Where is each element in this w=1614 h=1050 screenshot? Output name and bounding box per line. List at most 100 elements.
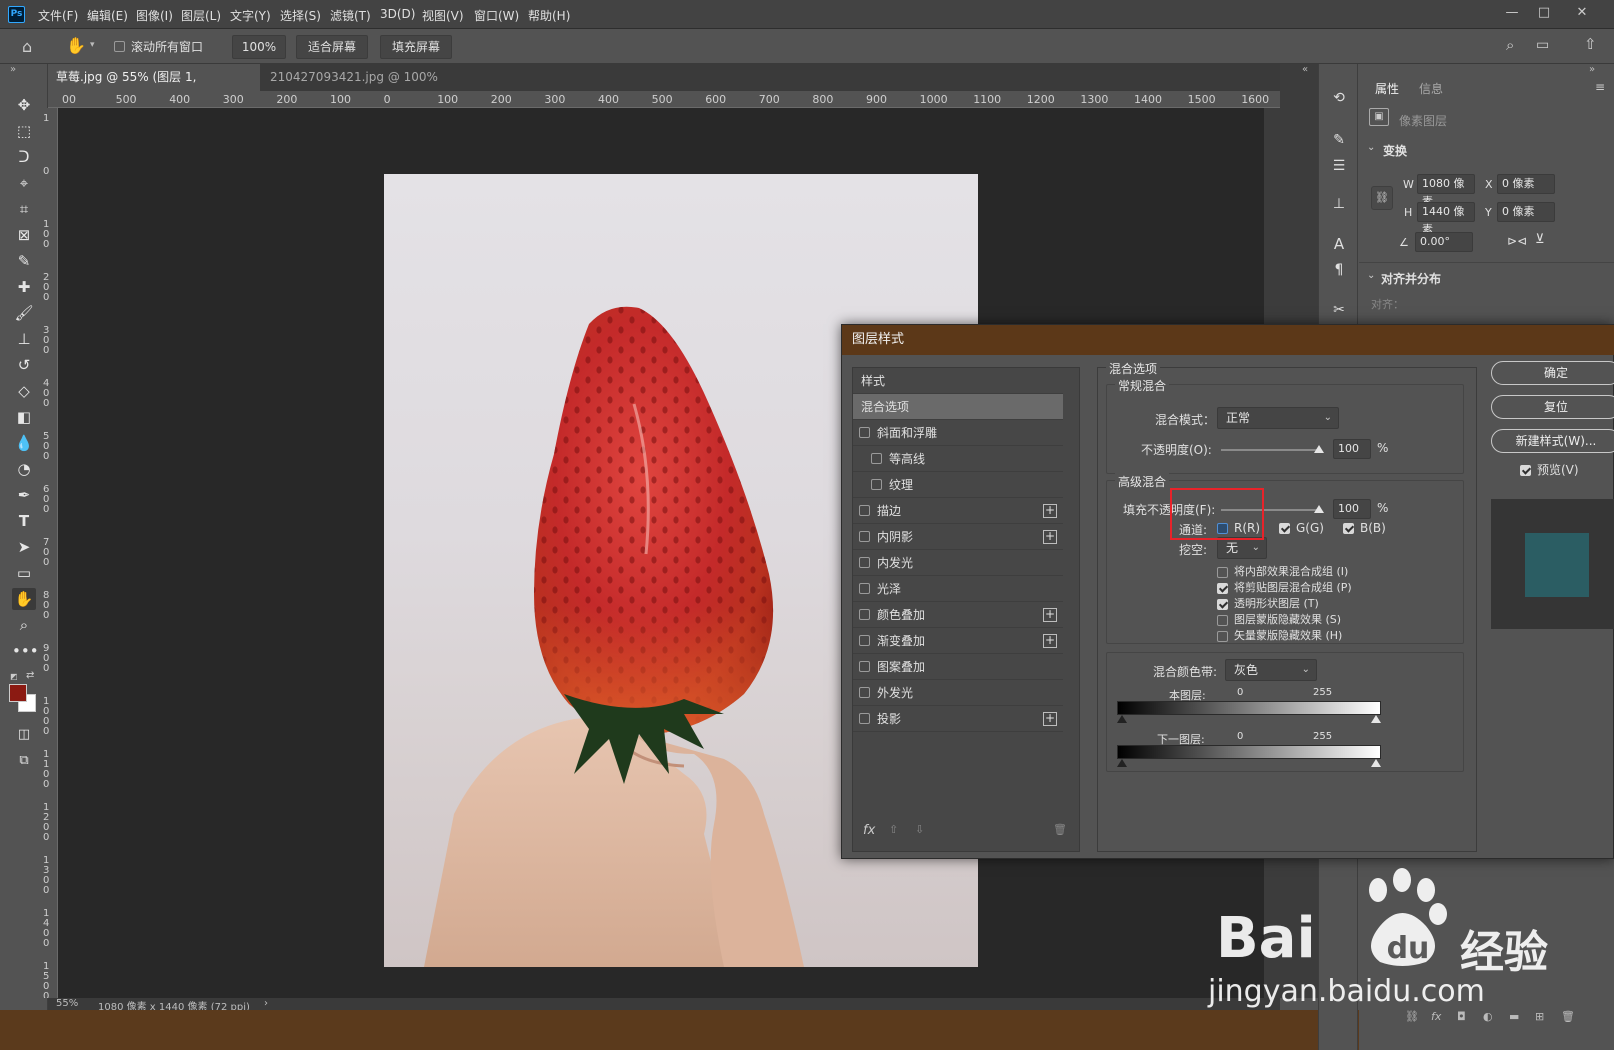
flip-horizontal-icon[interactable]: ⊳⊲ (1507, 234, 1527, 248)
history-icon[interactable]: ⟲ (1329, 88, 1349, 108)
underlying-white-slider[interactable] (1371, 759, 1381, 767)
style-item-checkbox[interactable] (859, 687, 870, 698)
menu-type[interactable]: 文字(Y) (230, 7, 271, 24)
fill-opacity-field[interactable]: 100 (1333, 499, 1371, 519)
height-field[interactable]: 1440 像素 (1417, 202, 1475, 236)
brush-settings-icon[interactable]: ✎ (1329, 130, 1349, 150)
add-effect-icon[interactable]: + (1043, 712, 1057, 726)
close-window-button[interactable]: ✕ (1568, 3, 1596, 23)
advanced-option-checkbox[interactable]: 将剪贴图层混合成组 (P) (1217, 579, 1352, 595)
knockout-select[interactable]: 无 ⌄ (1217, 537, 1267, 559)
quick-select-tool-icon[interactable]: ⌖ (12, 172, 36, 194)
foreground-color-swatch[interactable] (9, 684, 27, 702)
blur-tool-icon[interactable]: 💧 (12, 432, 36, 454)
more-tools-icon[interactable]: ••• (12, 640, 39, 662)
stamp-tool-icon[interactable]: ⊥ (12, 328, 36, 350)
menu-select[interactable]: 选择(S) (280, 7, 321, 24)
menu-layer[interactable]: 图层(L) (181, 7, 221, 24)
paragraph-icon[interactable]: ¶ (1329, 260, 1349, 280)
adjustments-icon[interactable]: ☰ (1329, 156, 1349, 176)
style-item-checkbox[interactable] (859, 505, 870, 516)
move-down-icon[interactable]: ⇩ (915, 823, 924, 836)
search-icon[interactable]: ⌕ (1506, 36, 1514, 54)
style-item-checkbox[interactable] (859, 635, 870, 646)
group-icon[interactable]: ▬ (1509, 1010, 1519, 1023)
quick-mask-icon[interactable]: ◫ (12, 724, 36, 746)
blend-options-item[interactable]: 混合选项 (853, 394, 1063, 420)
add-effect-icon[interactable]: + (1043, 504, 1057, 518)
default-colors-icon[interactable]: ◩ (10, 672, 20, 681)
add-effect-icon[interactable]: + (1043, 608, 1057, 622)
style-item[interactable]: 内发光 (853, 550, 1063, 576)
style-item[interactable]: 等高线 (853, 446, 1063, 472)
style-item-checkbox[interactable] (859, 609, 870, 620)
expand-icon[interactable]: » (1589, 64, 1595, 75)
add-effect-icon[interactable]: + (1043, 530, 1057, 544)
channel-b-checkbox[interactable]: B(B) (1343, 521, 1386, 535)
mask-icon[interactable]: ◘ (1457, 1010, 1466, 1023)
tab-properties[interactable]: 属性 (1375, 80, 1399, 97)
tools-preset-icon[interactable]: ✂ (1329, 300, 1349, 320)
fx-menu-icon[interactable]: fx (863, 823, 875, 838)
style-item-checkbox[interactable] (859, 583, 870, 594)
opacity-slider-thumb[interactable] (1314, 445, 1324, 453)
style-item[interactable]: 外发光 (853, 680, 1063, 706)
maximize-button[interactable]: □ (1530, 3, 1558, 23)
pen-tool-icon[interactable]: ✒ (12, 484, 36, 506)
new-layer-icon[interactable]: ⊞ (1535, 1010, 1544, 1023)
menu-window[interactable]: 窗口(W) (474, 7, 519, 24)
zoom-tool-icon[interactable]: ⌕ (12, 614, 36, 636)
fx-icon[interactable]: fx (1431, 1010, 1441, 1023)
new-style-button[interactable]: 新建样式(W)... (1491, 429, 1614, 453)
dialog-title[interactable]: 图层样式 (842, 325, 1614, 355)
workspace-icon[interactable]: ▭ (1536, 37, 1549, 53)
this-layer-gradient[interactable] (1117, 701, 1381, 715)
marquee-tool-icon[interactable]: ⬚ (12, 120, 36, 142)
style-item[interactable]: 渐变叠加 + (853, 628, 1063, 654)
fill-screen-button[interactable]: 填充屏幕 (380, 35, 452, 59)
opacity-slider[interactable] (1221, 449, 1319, 451)
menu-file[interactable]: 文件(F) (38, 7, 78, 24)
link-layers-icon[interactable]: ⛓ (1405, 1010, 1419, 1023)
width-field[interactable]: 1080 像素 (1417, 174, 1475, 208)
ok-button[interactable]: 确定 (1491, 361, 1614, 385)
advanced-option-checkbox[interactable]: 矢量蒙版隐藏效果 (H) (1217, 627, 1342, 643)
advanced-option-checkbox[interactable]: 图层蒙版隐藏效果 (S) (1217, 611, 1341, 627)
reset-button[interactable]: 复位 (1491, 395, 1614, 419)
panel-menu-icon[interactable]: ≡ (1595, 80, 1605, 94)
style-item-checkbox[interactable] (859, 557, 870, 568)
tab-second-image[interactable]: 210427093421.jpg @ 100%(RGB/8#) * × (262, 64, 486, 111)
delete-style-icon[interactable]: 🗑 (1053, 823, 1067, 836)
style-item[interactable]: 描边 + (853, 498, 1063, 524)
flip-vertical-icon[interactable]: ⊻ (1535, 232, 1545, 247)
style-item-checkbox[interactable] (859, 713, 870, 724)
opacity-field[interactable]: 100 (1333, 439, 1371, 459)
advanced-option-checkbox[interactable]: 透明形状图层 (T) (1217, 595, 1319, 611)
style-item[interactable]: 图案叠加 (853, 654, 1063, 680)
history-brush-tool-icon[interactable]: ↺ (12, 354, 36, 376)
x-field[interactable]: 0 像素 (1497, 174, 1555, 194)
home-icon[interactable]: ⌂ (22, 37, 32, 56)
underlying-black-slider[interactable] (1117, 759, 1127, 767)
style-item-checkbox[interactable] (859, 531, 870, 542)
minimize-button[interactable]: — (1498, 3, 1526, 23)
tab-strawberry[interactable]: 草莓.jpg @ 55% (图层 1, RGB/8#) * × (48, 64, 260, 111)
chevron-down-icon[interactable]: ⌄ (1367, 142, 1375, 153)
style-item[interactable]: 内阴影 + (853, 524, 1063, 550)
hand-tool-icon[interactable]: ✋ (66, 36, 86, 55)
fit-screen-button[interactable]: 适合屏幕 (296, 35, 368, 59)
swap-colors-icon[interactable]: ⇄ (26, 670, 34, 681)
style-item-checkbox[interactable] (871, 453, 882, 464)
chevron-down-icon[interactable]: ⌄ (1367, 270, 1375, 281)
blend-mode-select[interactable]: 正常 ⌄ (1217, 407, 1339, 429)
style-item-checkbox[interactable] (859, 661, 870, 672)
scroll-all-windows-checkbox[interactable] (114, 39, 125, 53)
zoom-100-button[interactable]: 100% (232, 35, 286, 59)
brush-tool-icon[interactable]: 🖌 (12, 302, 36, 324)
menu-view[interactable]: 视图(V) (422, 7, 464, 24)
menu-filter[interactable]: 滤镜(T) (330, 7, 371, 24)
add-effect-icon[interactable]: + (1043, 634, 1057, 648)
adjustment-layer-icon[interactable]: ◐ (1483, 1010, 1493, 1023)
collapse-icon[interactable]: » (10, 64, 16, 75)
collapse-panels-icon[interactable]: « (1302, 64, 1308, 75)
